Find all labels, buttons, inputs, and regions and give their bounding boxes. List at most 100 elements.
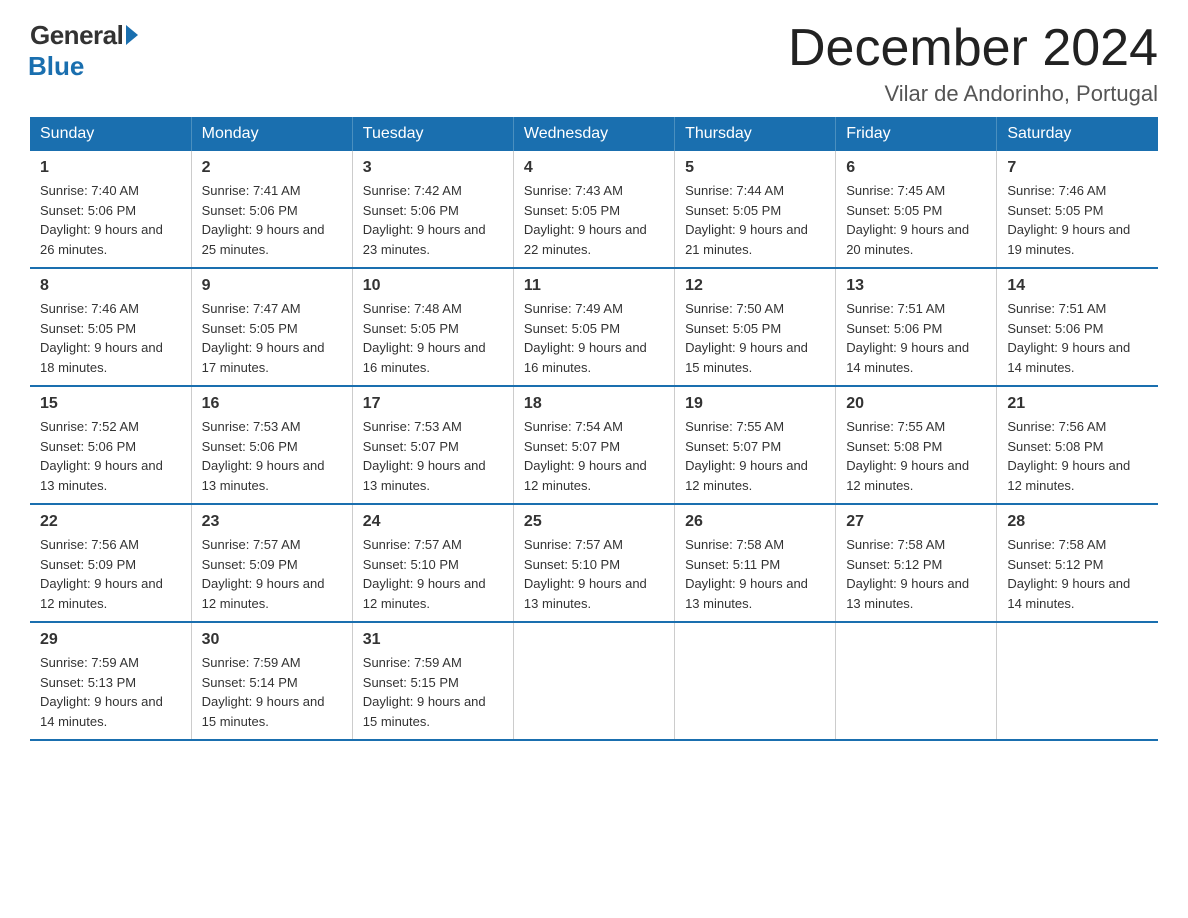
day-number: 27	[846, 513, 986, 531]
day-number: 17	[363, 395, 503, 413]
day-info: Sunrise: 7:56 AMSunset: 5:09 PMDaylight:…	[40, 535, 181, 613]
calendar-cell: 30 Sunrise: 7:59 AMSunset: 5:14 PMDayligh…	[191, 622, 352, 740]
calendar-week-2: 8 Sunrise: 7:46 AMSunset: 5:05 PMDaylight…	[30, 268, 1158, 386]
day-info: Sunrise: 7:45 AMSunset: 5:05 PMDaylight:…	[846, 181, 986, 259]
day-info: Sunrise: 7:40 AMSunset: 5:06 PMDaylight:…	[40, 181, 181, 259]
day-number: 13	[846, 277, 986, 295]
day-number: 5	[685, 159, 825, 177]
day-number: 26	[685, 513, 825, 531]
calendar-cell: 28 Sunrise: 7:58 AMSunset: 5:12 PMDayligh…	[997, 504, 1158, 622]
day-info: Sunrise: 7:59 AMSunset: 5:13 PMDaylight:…	[40, 653, 181, 731]
day-info: Sunrise: 7:57 AMSunset: 5:10 PMDaylight:…	[524, 535, 664, 613]
calendar-cell: 6 Sunrise: 7:45 AMSunset: 5:05 PMDaylight…	[836, 151, 997, 268]
day-number: 31	[363, 631, 503, 649]
day-number: 7	[1007, 159, 1148, 177]
day-number: 19	[685, 395, 825, 413]
day-number: 20	[846, 395, 986, 413]
logo-blue-text: Blue	[28, 51, 84, 82]
calendar-cell: 9Sunrise: 7:47 AMSunset: 5:05 PMDaylight…	[191, 268, 352, 386]
day-info: Sunrise: 7:44 AMSunset: 5:05 PMDaylight:…	[685, 181, 825, 259]
calendar-header-row: SundayMondayTuesdayWednesdayThursdayFrid…	[30, 117, 1158, 151]
day-info: Sunrise: 7:50 AMSunset: 5:05 PMDaylight:…	[685, 299, 825, 377]
logo: General Blue	[30, 20, 138, 82]
day-info: Sunrise: 7:51 AMSunset: 5:06 PMDaylight:…	[1007, 299, 1148, 377]
day-info: Sunrise: 7:58 AMSunset: 5:12 PMDaylight:…	[846, 535, 986, 613]
title-section: December 2024 Vilar de Andorinho, Portug…	[788, 20, 1158, 107]
day-info: Sunrise: 7:46 AMSunset: 5:05 PMDaylight:…	[40, 299, 181, 377]
header-day-thursday: Thursday	[675, 117, 836, 151]
calendar-cell: 17 Sunrise: 7:53 AMSunset: 5:07 PMDayligh…	[352, 386, 513, 504]
header-day-wednesday: Wednesday	[513, 117, 674, 151]
day-info: Sunrise: 7:42 AMSunset: 5:06 PMDaylight:…	[363, 181, 503, 259]
calendar-table: SundayMondayTuesdayWednesdayThursdayFrid…	[30, 117, 1158, 741]
day-info: Sunrise: 7:59 AMSunset: 5:15 PMDaylight:…	[363, 653, 503, 731]
calendar-cell: 13 Sunrise: 7:51 AMSunset: 5:06 PMDayligh…	[836, 268, 997, 386]
day-info: Sunrise: 7:55 AMSunset: 5:07 PMDaylight:…	[685, 417, 825, 495]
day-info: Sunrise: 7:51 AMSunset: 5:06 PMDaylight:…	[846, 299, 986, 377]
calendar-week-1: 1 Sunrise: 7:40 AMSunset: 5:06 PMDaylight…	[30, 151, 1158, 268]
calendar-week-3: 15Sunrise: 7:52 AMSunset: 5:06 PMDayligh…	[30, 386, 1158, 504]
header-day-saturday: Saturday	[997, 117, 1158, 151]
calendar-cell: 4 Sunrise: 7:43 AMSunset: 5:05 PMDaylight…	[513, 151, 674, 268]
day-number: 2	[202, 159, 342, 177]
header-day-friday: Friday	[836, 117, 997, 151]
calendar-cell: 31 Sunrise: 7:59 AMSunset: 5:15 PMDayligh…	[352, 622, 513, 740]
day-info: Sunrise: 7:53 AMSunset: 5:06 PMDaylight:…	[202, 417, 342, 495]
calendar-cell: 29 Sunrise: 7:59 AMSunset: 5:13 PMDayligh…	[30, 622, 191, 740]
day-info: Sunrise: 7:56 AMSunset: 5:08 PMDaylight:…	[1007, 417, 1148, 495]
calendar-cell: 18 Sunrise: 7:54 AMSunset: 5:07 PMDayligh…	[513, 386, 674, 504]
day-number: 6	[846, 159, 986, 177]
day-number: 16	[202, 395, 342, 413]
day-info: Sunrise: 7:54 AMSunset: 5:07 PMDaylight:…	[524, 417, 664, 495]
calendar-cell: 27 Sunrise: 7:58 AMSunset: 5:12 PMDayligh…	[836, 504, 997, 622]
calendar-cell: 26Sunrise: 7:58 AMSunset: 5:11 PMDayligh…	[675, 504, 836, 622]
day-number: 25	[524, 513, 664, 531]
calendar-cell	[513, 622, 674, 740]
day-info: Sunrise: 7:41 AMSunset: 5:06 PMDaylight:…	[202, 181, 342, 259]
day-number: 10	[363, 277, 503, 295]
day-info: Sunrise: 7:58 AMSunset: 5:12 PMDaylight:…	[1007, 535, 1148, 613]
day-number: 3	[363, 159, 503, 177]
day-number: 28	[1007, 513, 1148, 531]
calendar-cell	[997, 622, 1158, 740]
day-number: 18	[524, 395, 664, 413]
day-number: 21	[1007, 395, 1148, 413]
calendar-cell: 1 Sunrise: 7:40 AMSunset: 5:06 PMDaylight…	[30, 151, 191, 268]
header-day-monday: Monday	[191, 117, 352, 151]
calendar-cell: 12Sunrise: 7:50 AMSunset: 5:05 PMDayligh…	[675, 268, 836, 386]
day-number: 11	[524, 277, 664, 295]
page-header: General Blue December 2024 Vilar de Ando…	[30, 20, 1158, 107]
day-number: 30	[202, 631, 342, 649]
day-number: 8	[40, 277, 181, 295]
calendar-cell: 5 Sunrise: 7:44 AMSunset: 5:05 PMDaylight…	[675, 151, 836, 268]
day-info: Sunrise: 7:43 AMSunset: 5:05 PMDaylight:…	[524, 181, 664, 259]
day-info: Sunrise: 7:55 AMSunset: 5:08 PMDaylight:…	[846, 417, 986, 495]
calendar-cell: 16 Sunrise: 7:53 AMSunset: 5:06 PMDayligh…	[191, 386, 352, 504]
day-number: 1	[40, 159, 181, 177]
day-info: Sunrise: 7:52 AMSunset: 5:06 PMDaylight:…	[40, 417, 181, 495]
day-number: 23	[202, 513, 342, 531]
calendar-cell: 21 Sunrise: 7:56 AMSunset: 5:08 PMDayligh…	[997, 386, 1158, 504]
calendar-title: December 2024	[788, 20, 1158, 77]
day-info: Sunrise: 7:57 AMSunset: 5:09 PMDaylight:…	[202, 535, 342, 613]
logo-arrow-icon	[126, 25, 138, 45]
calendar-cell: 19 Sunrise: 7:55 AMSunset: 5:07 PMDayligh…	[675, 386, 836, 504]
day-number: 9	[202, 277, 342, 295]
day-number: 29	[40, 631, 181, 649]
calendar-cell: 7Sunrise: 7:46 AMSunset: 5:05 PMDaylight…	[997, 151, 1158, 268]
header-day-sunday: Sunday	[30, 117, 191, 151]
day-number: 22	[40, 513, 181, 531]
header-day-tuesday: Tuesday	[352, 117, 513, 151]
day-number: 24	[363, 513, 503, 531]
day-number: 4	[524, 159, 664, 177]
calendar-cell	[836, 622, 997, 740]
calendar-cell: 15Sunrise: 7:52 AMSunset: 5:06 PMDayligh…	[30, 386, 191, 504]
day-info: Sunrise: 7:53 AMSunset: 5:07 PMDaylight:…	[363, 417, 503, 495]
calendar-cell: 20 Sunrise: 7:55 AMSunset: 5:08 PMDayligh…	[836, 386, 997, 504]
calendar-week-5: 29 Sunrise: 7:59 AMSunset: 5:13 PMDayligh…	[30, 622, 1158, 740]
day-info: Sunrise: 7:59 AMSunset: 5:14 PMDaylight:…	[202, 653, 342, 731]
calendar-cell: 11Sunrise: 7:49 AMSunset: 5:05 PMDayligh…	[513, 268, 674, 386]
location-subtitle: Vilar de Andorinho, Portugal	[788, 81, 1158, 107]
calendar-cell: 2 Sunrise: 7:41 AMSunset: 5:06 PMDaylight…	[191, 151, 352, 268]
day-info: Sunrise: 7:57 AMSunset: 5:10 PMDaylight:…	[363, 535, 503, 613]
